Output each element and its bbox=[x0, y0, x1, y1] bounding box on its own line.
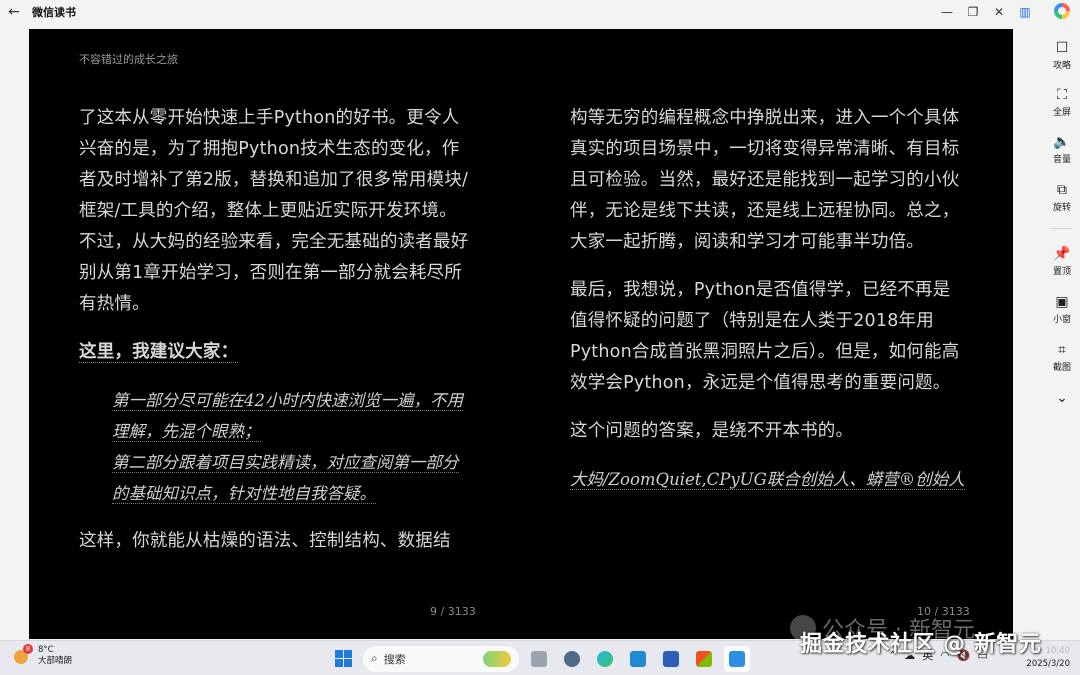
quote-block: 第一部分尽可能在42小时内快速浏览一遍，不用理解，先混个眼熟； 第二部分跟着项目… bbox=[79, 385, 474, 509]
search-icon: ⌕ bbox=[371, 651, 378, 665]
word-button[interactable] bbox=[658, 646, 684, 672]
weather-widget[interactable]: 8 8°C 大部晴朗 bbox=[12, 644, 72, 667]
right-page: 构等无穷的编程概念中挣脱出来，进入一个个具体真实的项目场景中，一切将变得异常清晰… bbox=[570, 103, 965, 495]
store-icon bbox=[696, 650, 712, 667]
task-view-button[interactable] bbox=[526, 646, 552, 672]
search-highlight-icon bbox=[483, 650, 511, 667]
rotate-icon: ⧉ bbox=[1057, 182, 1067, 198]
minimize-icon[interactable]: — bbox=[934, 0, 960, 24]
paragraph: 了这本从零开始快速上手Python的好书。更令人兴奋的是，为了拥抱Python技… bbox=[79, 108, 469, 314]
toolbar-label: 攻略 bbox=[1052, 61, 1071, 71]
toolbar-label: 截图 bbox=[1052, 363, 1071, 373]
toolbar-item-more[interactable]: ⌄ bbox=[1044, 390, 1080, 407]
weread-icon bbox=[729, 650, 745, 667]
toolbar-label: 小窗 bbox=[1052, 315, 1071, 325]
underlined-text[interactable]: 大妈/ZoomQuiet,CPyUG联合创始人、蟒营®创始人 bbox=[570, 470, 965, 490]
crop-icon: ⌗ bbox=[1058, 342, 1066, 358]
book-title: 不容错过的成长之旅 bbox=[79, 53, 178, 66]
paragraph-heading: 这里，我建议大家： bbox=[79, 337, 474, 368]
signature-line: 大妈/ZoomQuiet,CPyUG联合创始人、蟒营®创始人 bbox=[570, 464, 965, 495]
notification-badge: 8 bbox=[23, 644, 33, 654]
clock-date: 2025/3/20 bbox=[1026, 659, 1070, 669]
watermark-overlay: 掘金技术社区 @ 新智元 bbox=[800, 632, 1042, 657]
left-page: 了这本从零开始快速上手Python的好书。更令人兴奋的是，为了拥抱Python技… bbox=[79, 103, 474, 574]
toolbar-label: 音量 bbox=[1052, 155, 1071, 165]
toolbar-label: 置顶 bbox=[1052, 267, 1071, 277]
store-button[interactable] bbox=[691, 646, 717, 672]
toolbar-item-fullscreen[interactable]: ⛶ 全屏 bbox=[1044, 87, 1080, 118]
toolbar-label: 旋转 bbox=[1052, 203, 1071, 213]
paragraph: 这样，你就能从枯燥的语法、控制结构、数据结 bbox=[79, 531, 451, 551]
restore-icon[interactable]: ❐ bbox=[960, 0, 986, 24]
gear-icon bbox=[564, 650, 580, 667]
toolbar-divider bbox=[1052, 228, 1072, 229]
chevron-down-icon: ⌄ bbox=[1056, 390, 1068, 406]
settings-button[interactable] bbox=[559, 646, 585, 672]
weather-condition: 大部晴朗 bbox=[38, 656, 73, 666]
quote-line[interactable]: 第一部分尽可能在42小时内快速浏览一遍，不用理解，先混个眼熟； bbox=[112, 391, 463, 442]
page-number-left: 9 / 3133 bbox=[430, 605, 476, 618]
underlined-text[interactable]: 这里，我建议大家： bbox=[79, 342, 239, 363]
temperature: 8°C bbox=[38, 645, 54, 655]
vscode-button[interactable] bbox=[625, 646, 651, 672]
toolbar-item-screenshot[interactable]: ⌗ 截图 bbox=[1044, 342, 1080, 373]
toolbar-item-volume[interactable]: 🔈 音量 bbox=[1044, 134, 1080, 165]
close-icon[interactable]: ✕ bbox=[986, 0, 1012, 24]
paragraph: 这个问题的答案，是绕不开本书的。 bbox=[570, 421, 854, 441]
toolbar-item-guide[interactable]: ☐ 攻略 bbox=[1044, 40, 1080, 71]
guide-icon: ☐ bbox=[1055, 40, 1069, 56]
word-icon bbox=[663, 650, 679, 667]
windows-icon bbox=[334, 650, 352, 667]
app-title: 微信读书 bbox=[32, 6, 76, 19]
vscode-icon bbox=[630, 650, 646, 667]
reader-view[interactable]: 不容错过的成长之旅 了这本从零开始快速上手Python的好书。更令人兴奋的是，为… bbox=[29, 29, 1013, 639]
paragraph: 最后，我想说，Python是否值得学，已经不再是值得怀疑的问题了（特别是在人类于… bbox=[570, 280, 960, 393]
fullscreen-icon: ⛶ bbox=[1057, 87, 1067, 103]
right-toolbar: ☐ 攻略 ⛶ 全屏 🔈 音量 ⧉ 旋转 📌 置顶 ▣ 小窗 ⌗ 截图 ⌄ bbox=[1044, 0, 1080, 640]
toolbar-item-pin[interactable]: 📌 置顶 bbox=[1044, 246, 1080, 277]
task-view-icon bbox=[531, 650, 547, 667]
weread-button[interactable] bbox=[724, 645, 750, 672]
speaker-icon: 🔈 bbox=[1053, 134, 1071, 150]
weather-text: 8°C 大部晴朗 bbox=[38, 645, 72, 667]
pin-icon: 📌 bbox=[1053, 246, 1071, 262]
app-logo-icon[interactable] bbox=[1054, 3, 1070, 19]
taskbar-search[interactable]: ⌕ 搜索 bbox=[363, 645, 519, 672]
side-panel-icon[interactable]: ▥ bbox=[1012, 0, 1038, 24]
back-arrow-icon[interactable]: ← bbox=[2, 0, 26, 24]
edge-button[interactable] bbox=[592, 646, 618, 672]
edge-icon bbox=[597, 650, 613, 667]
title-bar: ← 微信读书 — ❐ ✕ ▥ bbox=[0, 0, 1044, 24]
taskbar-apps: ⌕ 搜索 bbox=[330, 645, 750, 672]
mini-window-icon: ▣ bbox=[1055, 294, 1069, 310]
toolbar-label: 全屏 bbox=[1052, 108, 1071, 118]
window-controls: — ❐ ✕ ▥ bbox=[934, 0, 1038, 24]
toolbar-item-mini-window[interactable]: ▣ 小窗 bbox=[1044, 294, 1080, 325]
start-button[interactable] bbox=[330, 646, 356, 672]
toolbar-item-rotate[interactable]: ⧉ 旋转 bbox=[1044, 182, 1080, 213]
weather-icon: 8 bbox=[12, 644, 33, 666]
search-placeholder: 搜索 bbox=[383, 652, 406, 666]
paragraph: 构等无穷的编程概念中挣脱出来，进入一个个具体真实的项目场景中，一切将变得异常清晰… bbox=[570, 108, 960, 252]
quote-line[interactable]: 第二部分跟着项目实践精读，对应查阅第一部分的基础知识点，针对性地自我答疑。 bbox=[112, 453, 459, 504]
